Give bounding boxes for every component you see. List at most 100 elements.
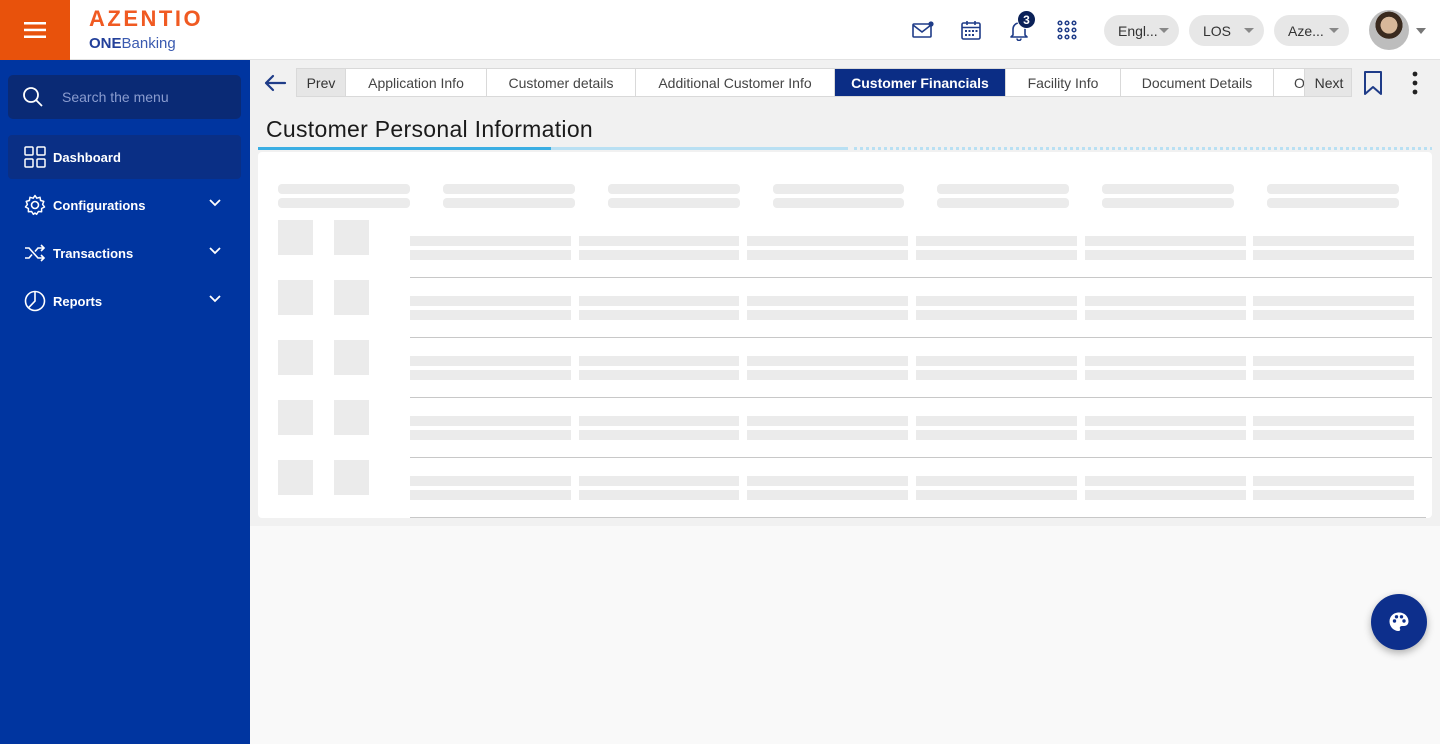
skeleton-cell bbox=[579, 236, 739, 246]
tab-overflow-partial[interactable]: O bbox=[1274, 69, 1305, 96]
tab-additional-customer-info[interactable]: Additional Customer Info bbox=[636, 69, 835, 96]
skeleton-cell bbox=[579, 250, 739, 260]
skeleton-cell bbox=[747, 310, 908, 320]
skeleton-cell bbox=[1253, 490, 1414, 500]
skeleton-cell bbox=[916, 476, 1077, 486]
skeleton-cell bbox=[747, 250, 908, 260]
skeleton-table-card bbox=[258, 152, 1432, 518]
skeleton-cell bbox=[916, 416, 1077, 426]
skeleton-cell bbox=[1085, 370, 1246, 380]
language-dropdown[interactable]: Engl... bbox=[1104, 15, 1179, 46]
skeleton-cell bbox=[410, 356, 571, 366]
skeleton-avatar bbox=[278, 400, 313, 435]
skeleton-header bbox=[278, 198, 410, 208]
back-arrow-button[interactable] bbox=[262, 70, 288, 96]
skeleton-header bbox=[1267, 198, 1399, 208]
skeleton-cell bbox=[1085, 490, 1246, 500]
dashboard-grid-icon bbox=[24, 146, 46, 168]
skeleton-header bbox=[608, 198, 740, 208]
skeleton-cell bbox=[1253, 296, 1414, 306]
arrow-left-icon bbox=[264, 74, 287, 92]
tab-facility-info[interactable]: Facility Info bbox=[1006, 69, 1121, 96]
tab-application-info[interactable]: Application Info bbox=[346, 69, 487, 96]
skeleton-cell bbox=[410, 416, 571, 426]
skeleton-cell bbox=[916, 370, 1077, 380]
skeleton-cell bbox=[579, 356, 739, 366]
skeleton-cell bbox=[410, 430, 571, 440]
skeleton-cell bbox=[1253, 310, 1414, 320]
skeleton-cell bbox=[579, 310, 739, 320]
skeleton-cell bbox=[747, 356, 908, 366]
caret-down-icon bbox=[1159, 28, 1169, 33]
skeleton-cell bbox=[1253, 236, 1414, 246]
skeleton-cell bbox=[916, 356, 1077, 366]
skeleton-cell bbox=[579, 416, 739, 426]
search-icon bbox=[23, 87, 43, 107]
search-input[interactable] bbox=[62, 89, 222, 105]
sidebar: Dashboard Configurations Transactions Re… bbox=[0, 60, 250, 744]
bookmark-button[interactable] bbox=[1361, 68, 1385, 98]
hamburger-icon bbox=[24, 22, 46, 38]
calendar-icon[interactable] bbox=[959, 18, 983, 42]
sidebar-item-reports[interactable]: Reports bbox=[8, 279, 241, 323]
skeleton-cell bbox=[747, 476, 908, 486]
skeleton-cell bbox=[410, 250, 571, 260]
bookmark-icon bbox=[1364, 71, 1382, 95]
tab-customer-details[interactable]: Customer details bbox=[487, 69, 636, 96]
entity-dropdown[interactable]: Aze... bbox=[1274, 15, 1349, 46]
tab-customer-financials[interactable]: Customer Financials bbox=[835, 69, 1006, 96]
skeleton-cell bbox=[916, 236, 1077, 246]
skeleton-header bbox=[1102, 184, 1234, 194]
kebab-menu-icon bbox=[1412, 71, 1418, 95]
skeleton-avatar bbox=[334, 400, 369, 435]
page-title: Customer Personal Information bbox=[266, 116, 594, 142]
language-value: Engl... bbox=[1118, 22, 1158, 39]
skeleton-avatar bbox=[334, 280, 369, 315]
skeleton-cell bbox=[916, 430, 1077, 440]
gear-icon bbox=[24, 194, 46, 216]
skeleton-cell bbox=[410, 370, 571, 380]
shuffle-icon bbox=[24, 242, 46, 264]
caret-down-icon bbox=[1244, 28, 1254, 33]
sidebar-item-label: Dashboard bbox=[53, 149, 121, 165]
hamburger-menu-button[interactable] bbox=[0, 0, 70, 60]
profile-caret-icon[interactable] bbox=[1416, 28, 1426, 34]
apps-grid-icon[interactable] bbox=[1055, 18, 1079, 42]
main-content: Prev Application Info Customer details A… bbox=[250, 60, 1440, 744]
menu-search[interactable] bbox=[8, 75, 241, 119]
mail-icon[interactable] bbox=[911, 18, 935, 42]
theme-palette-button[interactable] bbox=[1371, 594, 1427, 650]
skeleton-header bbox=[1267, 184, 1399, 194]
skeleton-cell bbox=[1085, 310, 1246, 320]
skeleton-cell bbox=[1253, 370, 1414, 380]
skeleton-cell bbox=[1085, 356, 1246, 366]
skeleton-cell bbox=[579, 476, 739, 486]
prev-tab-button[interactable]: Prev bbox=[297, 69, 346, 96]
sidebar-item-transactions[interactable]: Transactions bbox=[8, 231, 241, 275]
skeleton-avatar bbox=[278, 220, 313, 255]
skeleton-cell bbox=[747, 430, 908, 440]
skeleton-cell bbox=[579, 370, 739, 380]
next-tab-button[interactable]: Next bbox=[1305, 69, 1351, 96]
skeleton-header bbox=[1102, 198, 1234, 208]
skeleton-cell bbox=[579, 490, 739, 500]
skeleton-cell bbox=[1085, 476, 1246, 486]
user-avatar[interactable] bbox=[1369, 10, 1409, 50]
skeleton-cell bbox=[410, 476, 571, 486]
skeleton-header bbox=[937, 184, 1069, 194]
skeleton-header bbox=[773, 184, 904, 194]
tab-document-details[interactable]: Document Details bbox=[1121, 69, 1274, 96]
more-options-button[interactable] bbox=[1405, 68, 1425, 98]
skeleton-cell bbox=[1085, 430, 1246, 440]
skeleton-header bbox=[773, 198, 904, 208]
progress-partial bbox=[551, 147, 848, 150]
module-dropdown[interactable]: LOS bbox=[1189, 15, 1264, 46]
skeleton-cell bbox=[1253, 430, 1414, 440]
caret-down-icon bbox=[1329, 28, 1339, 33]
skeleton-cell bbox=[579, 430, 739, 440]
row-divider bbox=[410, 337, 1432, 338]
skeleton-header bbox=[443, 184, 575, 194]
skeleton-cell bbox=[1085, 296, 1246, 306]
sidebar-item-dashboard[interactable]: Dashboard bbox=[8, 135, 241, 179]
sidebar-item-configurations[interactable]: Configurations bbox=[8, 183, 241, 227]
